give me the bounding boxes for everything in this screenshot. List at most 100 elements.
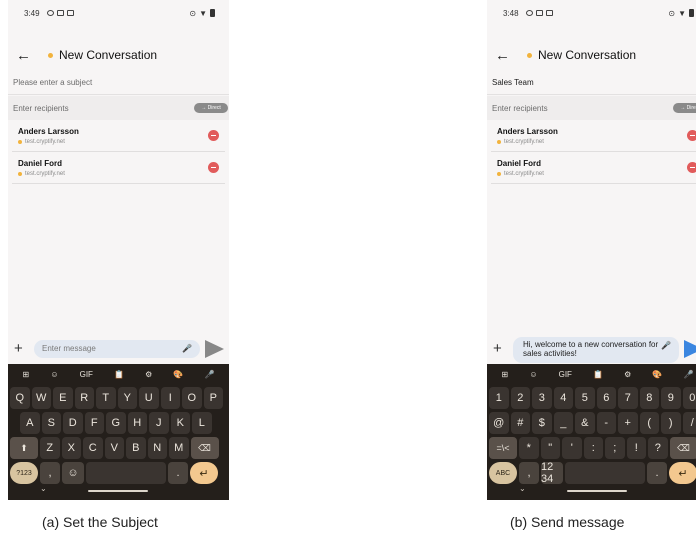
voice-icon[interactable]: 🎤 bbox=[204, 370, 214, 379]
key[interactable]: T bbox=[96, 387, 116, 409]
message-input[interactable]: Hi, welcome to a new conversation for sa… bbox=[513, 337, 679, 363]
direct-button[interactable]: → Direct bbox=[673, 103, 696, 113]
key[interactable]: # bbox=[510, 412, 530, 434]
key[interactable]: P bbox=[203, 387, 223, 409]
theme-icon[interactable]: 🎨 bbox=[173, 370, 183, 379]
key[interactable]: 6 bbox=[596, 387, 616, 409]
key[interactable]: Q bbox=[10, 387, 30, 409]
key[interactable]: ; bbox=[605, 437, 625, 459]
key[interactable]: ? bbox=[648, 437, 668, 459]
sticker-icon[interactable]: ☺ bbox=[529, 370, 537, 379]
chevron-down-icon[interactable]: ⌄ bbox=[519, 484, 526, 493]
home-handle[interactable] bbox=[567, 490, 627, 492]
clipboard-icon[interactable]: 📋 bbox=[114, 370, 124, 379]
key[interactable]: L bbox=[192, 412, 212, 434]
key[interactable]: 4 bbox=[553, 387, 573, 409]
chevron-down-icon[interactable]: ⌄ bbox=[40, 484, 47, 493]
emoji-key[interactable]: 12 34 bbox=[541, 461, 563, 485]
key[interactable]: O bbox=[182, 387, 202, 409]
key[interactable]: ⌫ bbox=[190, 437, 219, 459]
remove-recipient-icon[interactable] bbox=[208, 130, 219, 141]
period-key[interactable]: . bbox=[168, 462, 188, 484]
key[interactable]: - bbox=[596, 412, 616, 434]
emoji-key[interactable]: ☺ bbox=[62, 462, 84, 484]
key[interactable]: D bbox=[63, 412, 83, 434]
key[interactable]: 3 bbox=[532, 387, 552, 409]
mode-switch-key[interactable]: ABC bbox=[489, 462, 517, 484]
apps-icon[interactable]: ⊞ bbox=[502, 370, 509, 379]
remove-recipient-icon[interactable] bbox=[208, 162, 219, 173]
key[interactable]: Y bbox=[117, 387, 137, 409]
key[interactable]: 1 bbox=[489, 387, 509, 409]
key[interactable]: H bbox=[127, 412, 147, 434]
send-icon[interactable] bbox=[205, 340, 224, 358]
mode-switch-key[interactable]: ?123 bbox=[10, 462, 38, 484]
back-arrow-icon[interactable]: ← bbox=[495, 47, 517, 64]
key[interactable]: E bbox=[53, 387, 73, 409]
key[interactable]: W bbox=[31, 387, 51, 409]
add-attachment-icon[interactable]: + bbox=[493, 341, 502, 356]
key[interactable]: Z bbox=[40, 437, 60, 459]
key[interactable]: F bbox=[84, 412, 104, 434]
sticker-icon[interactable]: ☺ bbox=[50, 370, 58, 379]
key[interactable]: _ bbox=[553, 412, 573, 434]
remove-recipient-icon[interactable] bbox=[687, 162, 696, 173]
key[interactable]: 7 bbox=[618, 387, 638, 409]
clipboard-icon[interactable]: 📋 bbox=[593, 370, 603, 379]
key[interactable]: A bbox=[20, 412, 40, 434]
key[interactable]: ' bbox=[562, 437, 582, 459]
key[interactable]: K bbox=[170, 412, 190, 434]
key[interactable]: S bbox=[41, 412, 61, 434]
key[interactable]: C bbox=[83, 437, 103, 459]
key[interactable]: " bbox=[540, 437, 560, 459]
space-key[interactable] bbox=[565, 462, 645, 484]
key[interactable]: & bbox=[575, 412, 595, 434]
voice-icon[interactable]: 🎤 bbox=[683, 370, 693, 379]
back-arrow-icon[interactable]: ← bbox=[16, 47, 38, 64]
key[interactable]: ! bbox=[626, 437, 646, 459]
space-key[interactable] bbox=[86, 462, 166, 484]
settings-icon[interactable]: ⚙ bbox=[624, 370, 631, 379]
subject-input[interactable]: Please enter a subject bbox=[8, 70, 229, 95]
remove-recipient-icon[interactable] bbox=[687, 130, 696, 141]
apps-icon[interactable]: ⊞ bbox=[23, 370, 30, 379]
key[interactable]: I bbox=[160, 387, 180, 409]
theme-icon[interactable]: 🎨 bbox=[652, 370, 662, 379]
key[interactable]: 8 bbox=[639, 387, 659, 409]
recipients-input[interactable]: Enter recipients → Direct bbox=[487, 96, 696, 120]
key[interactable]: R bbox=[74, 387, 94, 409]
key[interactable]: N bbox=[147, 437, 167, 459]
key[interactable]: ⌫ bbox=[669, 437, 696, 459]
subject-input[interactable]: Sales Team bbox=[487, 70, 696, 95]
key[interactable]: + bbox=[618, 412, 638, 434]
key[interactable]: $ bbox=[532, 412, 552, 434]
direct-button[interactable]: → Direct bbox=[194, 103, 228, 113]
add-attachment-icon[interactable]: + bbox=[14, 341, 23, 356]
send-icon[interactable] bbox=[684, 340, 696, 358]
comma-key[interactable]: , bbox=[519, 462, 539, 484]
enter-key[interactable]: ↵ bbox=[669, 462, 696, 484]
key[interactable]: @ bbox=[489, 412, 509, 434]
key[interactable]: 0 bbox=[682, 387, 696, 409]
comma-key[interactable]: , bbox=[40, 462, 60, 484]
gif-button[interactable]: GIF bbox=[80, 370, 93, 379]
key[interactable]: M bbox=[169, 437, 189, 459]
key[interactable]: 5 bbox=[575, 387, 595, 409]
key[interactable]: * bbox=[519, 437, 539, 459]
microphone-icon[interactable]: 🎤 bbox=[661, 341, 671, 350]
settings-icon[interactable]: ⚙ bbox=[145, 370, 152, 379]
gif-button[interactable]: GIF bbox=[559, 370, 572, 379]
key[interactable]: 9 bbox=[661, 387, 681, 409]
message-input[interactable]: Enter message 🎤 bbox=[34, 340, 200, 358]
microphone-icon[interactable]: 🎤 bbox=[182, 344, 192, 353]
key[interactable]: ⬆ bbox=[10, 437, 38, 459]
key[interactable]: B bbox=[126, 437, 146, 459]
enter-key[interactable]: ↵ bbox=[190, 462, 218, 484]
key[interactable]: X bbox=[61, 437, 81, 459]
home-handle[interactable] bbox=[88, 490, 148, 492]
key[interactable]: : bbox=[583, 437, 603, 459]
period-key[interactable]: . bbox=[647, 462, 667, 484]
key[interactable]: =\< bbox=[489, 437, 517, 459]
recipients-input[interactable]: Enter recipients → Direct bbox=[8, 96, 229, 120]
key[interactable]: ( bbox=[639, 412, 659, 434]
